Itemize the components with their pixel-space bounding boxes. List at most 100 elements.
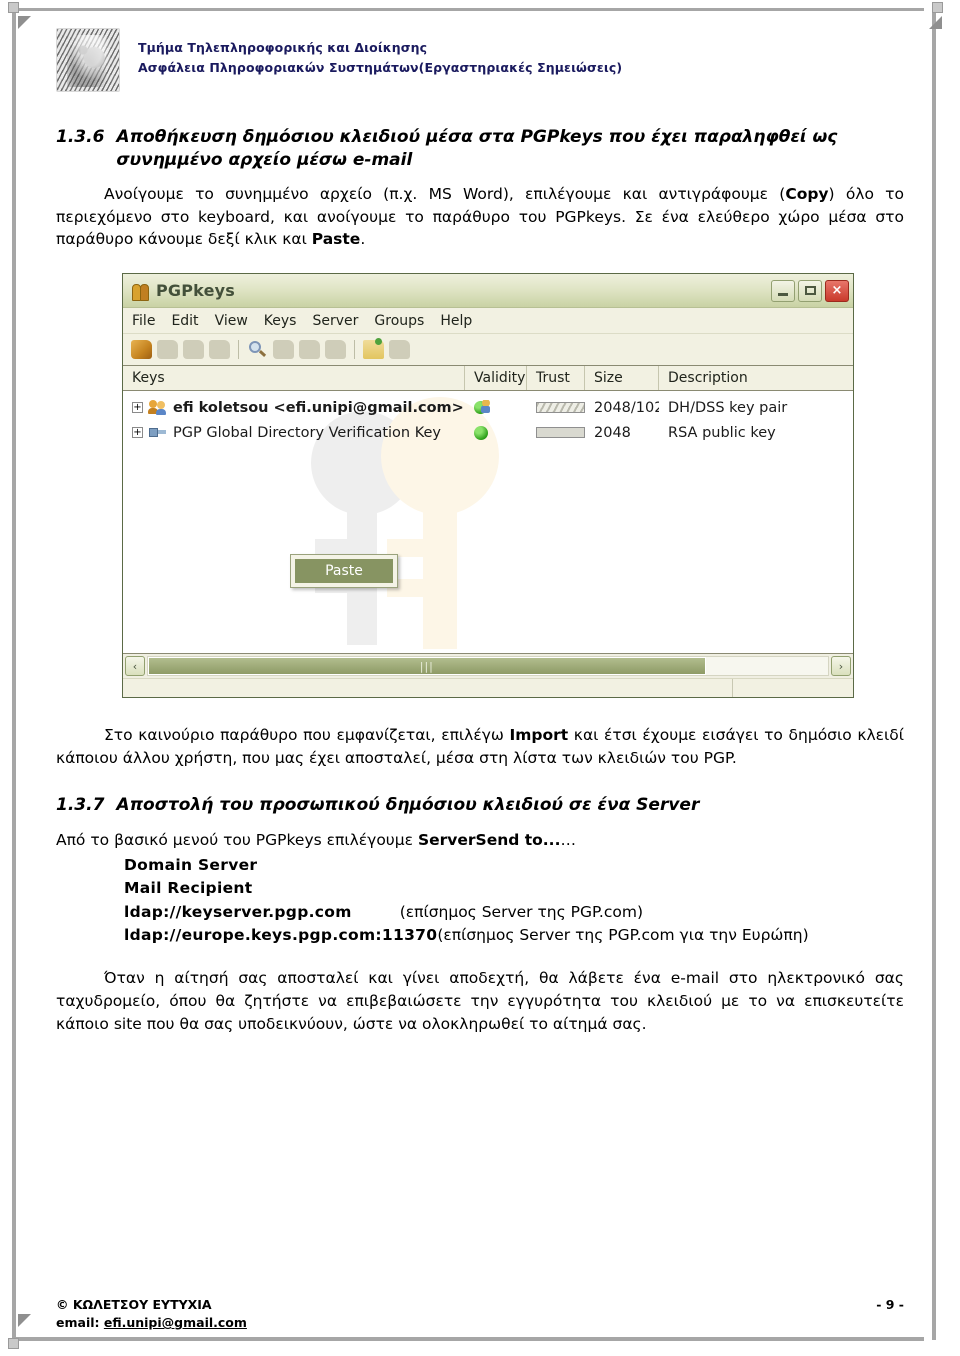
- search-icon[interactable]: [247, 340, 268, 359]
- context-menu-item-paste[interactable]: Paste: [294, 558, 394, 585]
- scroll-right-arrow-icon[interactable]: ›: [831, 656, 851, 677]
- paragraph-import: Στο καινούριο παράθυρο που εμφανίζεται, …: [56, 724, 904, 770]
- maximize-button[interactable]: [798, 279, 822, 302]
- university-emblem-icon: [56, 28, 120, 92]
- footer-email-label: email:: [56, 1315, 104, 1331]
- crop-mark-bottom-left: [18, 1314, 31, 1327]
- department-line-2: Ασφάλεια Πληροφοριακών Συστημάτων(Εργαστ…: [138, 60, 623, 76]
- menu-item-help[interactable]: Help: [440, 313, 472, 329]
- list-item[interactable]: Mail Recipient: [124, 877, 904, 900]
- server-option-label: ldap://europe.keys.pgp.com:11370: [124, 925, 438, 944]
- close-button[interactable]: ×: [825, 279, 849, 302]
- trust-bar-icon: [536, 427, 585, 439]
- pgpkeys-app-icon: [130, 281, 150, 301]
- paragraph-136-part3: .: [360, 230, 366, 249]
- section-number-137: 1.3.7: [56, 794, 105, 815]
- paragraph-136: Ανοίγουμε το συνημμένο αρχείο (π.χ. MS W…: [56, 183, 904, 251]
- key-row-description: DH/DSS key pair: [668, 399, 788, 416]
- new-key-icon[interactable]: [131, 340, 152, 360]
- menu-item-server[interactable]: Server: [312, 313, 358, 329]
- key-import-icon[interactable]: [273, 340, 294, 360]
- pgpkeys-titlebar[interactable]: PGPkeys ×: [123, 274, 853, 309]
- document-header: Τμήμα Τηλεπληροφορικής και Διοίκησης Ασφ…: [56, 28, 904, 108]
- section-title-136-line1: Αποθήκευση δημόσιου κλειδιού μέσα στα PG…: [116, 127, 838, 147]
- key-row-size: 2048/1024: [594, 399, 659, 416]
- key-name: PGP Global Directory Verification Key: [173, 424, 442, 441]
- list-item[interactable]: ldap://keyserver.pgp.com (επίσημος Server…: [124, 901, 904, 924]
- send-to-server-icon[interactable]: [363, 338, 384, 360]
- key-row-validity-cell: [465, 400, 527, 415]
- section-title-137: Αποστολή του προσωπικού δημόσιου κλειδιο…: [116, 794, 700, 815]
- pgpkeys-window: PGPkeys × File Edit View Keys Server Gro…: [122, 273, 854, 699]
- trust-bar-icon: [536, 402, 585, 414]
- key-row-validity-cell: [465, 425, 527, 440]
- pgpkeys-window-title: PGPkeys: [156, 281, 236, 301]
- footer-email-address[interactable]: efi.unipi@gmail.com: [104, 1315, 247, 1330]
- key-row-trust-cell: [527, 427, 585, 439]
- column-header-size[interactable]: Size: [585, 366, 659, 391]
- pgpkeys-menubar: File Edit View Keys Server Groups Help: [123, 308, 853, 335]
- key-row-name-cell[interactable]: + PGP Global Directory Verification Key: [123, 425, 465, 441]
- column-header-description[interactable]: Description: [659, 366, 849, 390]
- expand-icon[interactable]: +: [132, 402, 143, 414]
- public-key-icon: [149, 426, 167, 439]
- scrollbar-track[interactable]: |||: [147, 656, 829, 677]
- key-pair-icon: [148, 400, 167, 416]
- department-title: Τμήμα Τηλεπληροφορικής και Διοίκησης Ασφ…: [138, 28, 622, 79]
- list-item[interactable]: Domain Server: [124, 854, 904, 877]
- toolbar-separator-2: [354, 340, 355, 360]
- context-menu[interactable]: Paste: [290, 554, 398, 589]
- section-heading-137: 1.3.7 Αποστολή του προσωπικού δημόσιου κ…: [56, 794, 904, 817]
- column-header-keys[interactable]: Keys: [123, 366, 465, 391]
- key-list-header: Keys Validity Trust Size Description: [123, 366, 853, 392]
- expand-icon[interactable]: +: [132, 427, 143, 439]
- section-heading-136: 1.3.6 Αποθήκευση δημόσιου κλειδιού μέσα …: [56, 126, 904, 173]
- crop-mark-top-right: [929, 16, 942, 29]
- table-row[interactable]: + efi koletsou <efi.unipi@gmail.com> 204…: [123, 395, 853, 420]
- list-item[interactable]: ldap://europe.keys.pgp.com:11370(επίσημο…: [124, 924, 904, 947]
- validity-valid-icon: [474, 400, 496, 415]
- key-properties-icon[interactable]: [325, 340, 346, 360]
- menu-item-file[interactable]: File: [132, 313, 155, 329]
- server-option-note: (επίσημος Server της PGP.com για την Ευρ…: [437, 925, 809, 944]
- paragraph-136-part1: Ανοίγουμε το συνημμένο αρχείο (π.χ. MS W…: [104, 184, 786, 203]
- paragraph-final: Όταν η αίτησή σας αποσταλεί και γίνει απ…: [56, 969, 904, 1033]
- menu-item-groups[interactable]: Groups: [374, 313, 424, 329]
- paragraph-136-bold-copy: Copy: [785, 184, 829, 203]
- crop-mark-top-left: [18, 16, 31, 29]
- horizontal-scrollbar[interactable]: ‹ ||| ›: [123, 653, 853, 679]
- server-option-label: Mail Recipient: [124, 879, 253, 898]
- server-options-list: Domain Server Mail Recipient ldap://keys…: [124, 854, 904, 947]
- menu-item-keys[interactable]: Keys: [264, 313, 297, 329]
- table-row[interactable]: + PGP Global Directory Verification Key …: [123, 420, 853, 445]
- key-disabled-icon[interactable]: [157, 340, 178, 360]
- key-row-size: 2048: [594, 424, 631, 441]
- key-row-name-cell[interactable]: + efi koletsou <efi.unipi@gmail.com>: [123, 400, 465, 416]
- paragraph-137-ellipsis: …: [560, 831, 576, 850]
- toolbar-separator-1: [238, 340, 239, 360]
- scroll-left-arrow-icon[interactable]: ‹: [125, 656, 145, 677]
- corner-square-bottom-left: [8, 1338, 19, 1349]
- statusbar-right-pane: [733, 679, 853, 697]
- footer-left: © ΚΩΛΕΤΣΟΥ ΕΥΤΥΧΙΑ email: efi.unipi@gmai…: [56, 1296, 247, 1332]
- pgpkeys-toolbar: [123, 334, 853, 367]
- footer-copyright: © ΚΩΛΕΤΣΟΥ ΕΥΤΥΧΙΑ: [56, 1297, 212, 1312]
- scrollbar-thumb[interactable]: |||: [148, 657, 706, 676]
- menu-item-view[interactable]: View: [215, 313, 248, 329]
- column-header-trust[interactable]: Trust: [527, 366, 585, 391]
- key-revoke-icon[interactable]: [183, 340, 204, 360]
- key-export-icon[interactable]: [299, 340, 320, 360]
- key-delete-icon[interactable]: [389, 340, 410, 360]
- key-sign-icon[interactable]: [209, 340, 230, 360]
- menu-item-edit[interactable]: Edit: [171, 313, 198, 329]
- statusbar-left-pane: [123, 679, 733, 698]
- paragraph-136-bold-paste: Paste: [311, 230, 361, 249]
- column-header-validity[interactable]: Validity: [465, 366, 527, 391]
- key-row-description: RSA public key: [668, 424, 776, 441]
- page-number: - 9 -: [876, 1297, 904, 1312]
- minimize-button[interactable]: [771, 279, 795, 302]
- corner-square-top-left: [8, 2, 19, 13]
- key-row-trust-cell: [527, 402, 585, 414]
- footer-email: email: efi.unipi@gmail.com: [56, 1314, 247, 1332]
- paragraph-137-part1: Από το βασικό μενού του PGPkeys επιλέγου…: [56, 831, 418, 850]
